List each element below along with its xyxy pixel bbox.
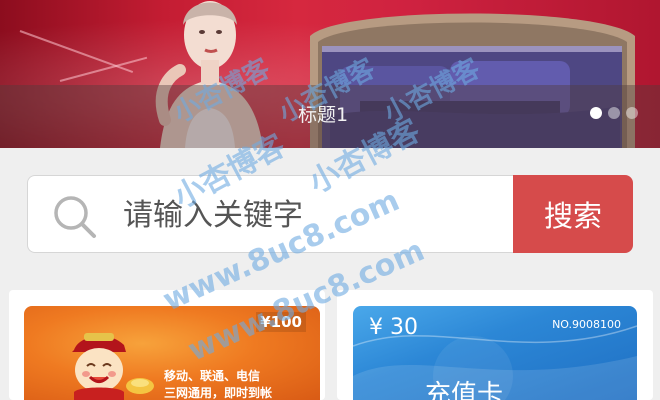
card-title: 充值卡 bbox=[425, 380, 504, 400]
banner-carousel[interactable]: 标题1 bbox=[0, 0, 660, 148]
carousel-dot[interactable] bbox=[590, 107, 602, 119]
card-description-line: 移动、联通、电信 bbox=[164, 369, 261, 383]
banner-caption: 标题1 bbox=[298, 104, 349, 126]
god-of-wealth-icon bbox=[72, 333, 154, 400]
card-serial-number: NO.9008100 bbox=[552, 318, 621, 331]
carousel-dot[interactable] bbox=[626, 107, 638, 119]
card-description-line: 三网通用，即时到帐 bbox=[164, 386, 273, 400]
carousel-dot[interactable] bbox=[608, 107, 620, 119]
search-field[interactable] bbox=[27, 175, 513, 253]
recharge-card-blue[interactable]: ¥ 30 NO.9008100 充值卡 bbox=[353, 306, 637, 400]
card-amount: ¥100 bbox=[256, 312, 306, 332]
carousel-indicators bbox=[590, 107, 638, 119]
search-button[interactable]: 搜索 bbox=[513, 175, 633, 253]
recharge-card-orange[interactable]: ¥100 移动、联通、电信 三网通用，即时到帐 bbox=[24, 306, 320, 400]
search-input[interactable] bbox=[123, 192, 493, 238]
card-amount: ¥ 30 bbox=[369, 315, 418, 340]
search-icon bbox=[54, 196, 96, 238]
card-description: 移动、联通、电信 三网通用，即时到帐 bbox=[164, 368, 272, 400]
search-bar: 搜索 bbox=[27, 175, 633, 253]
